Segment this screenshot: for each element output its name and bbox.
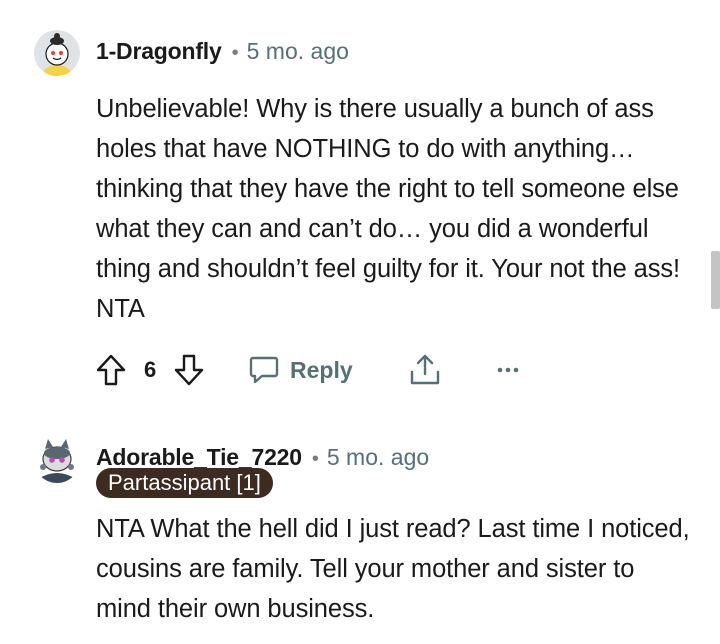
user-avatar[interactable] xyxy=(34,30,80,76)
vote-count: 6 xyxy=(144,357,157,382)
upvote-button[interactable] xyxy=(96,352,128,388)
comment: 1-Dragonfly • 5 mo. ago Unbelievable! Wh… xyxy=(0,0,720,410)
username[interactable]: Adorable_Tie_7220 xyxy=(96,444,302,471)
arrow-up-icon xyxy=(96,354,126,386)
more-options-button[interactable] xyxy=(496,352,524,388)
reply-button[interactable]: Reply xyxy=(248,352,353,388)
comment-meta: Adorable_Tie_7220 • 5 mo. ago xyxy=(96,444,429,471)
separator-dot: • xyxy=(231,42,239,64)
share-icon xyxy=(410,354,440,385)
username[interactable]: 1-Dragonfly xyxy=(96,38,222,65)
comment-meta: 1-Dragonfly • 5 mo. ago xyxy=(96,38,349,65)
comment-body: Unbelievable! Why is there usually a bun… xyxy=(96,95,681,323)
share-button[interactable] xyxy=(408,352,442,388)
snoo-avatar-icon xyxy=(34,30,80,76)
ellipsis-icon xyxy=(497,367,519,373)
comment: Adorable_Tie_7220 • 5 mo. ago Partassipa… xyxy=(0,410,720,644)
timestamp: 5 mo. ago xyxy=(326,444,430,470)
comment-body: NTA What the hell did I just read? Last … xyxy=(96,515,690,623)
arrow-down-icon xyxy=(174,354,204,386)
reply-label: Reply xyxy=(290,356,353,383)
comment-actions: 6 Reply xyxy=(96,352,536,388)
user-flair: Partassipant [1] xyxy=(96,468,273,498)
timestamp: 5 mo. ago xyxy=(246,38,349,64)
snoo-avatar-cat-icon xyxy=(34,437,80,483)
scrollbar-thumb[interactable] xyxy=(711,251,720,309)
separator-dot: • xyxy=(311,448,319,470)
user-avatar[interactable] xyxy=(34,437,80,483)
downvote-button[interactable] xyxy=(174,352,206,388)
speech-bubble-icon xyxy=(249,356,279,384)
